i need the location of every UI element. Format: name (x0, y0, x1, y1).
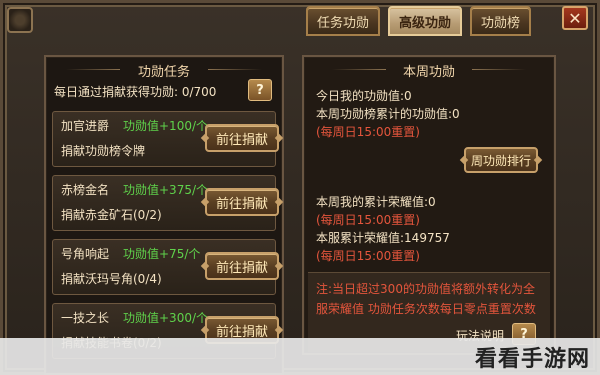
button-label: 前往捐献 (215, 324, 268, 340)
task-name: 号角响起 (61, 247, 110, 261)
tab-merit-tasks[interactable]: 任务功勋 (306, 6, 381, 36)
go-donate-button[interactable]: 前往捐献 (205, 252, 279, 280)
tab-advanced-merit[interactable]: 高级功勋 (388, 6, 463, 36)
tab-label: 高级功勋 (399, 15, 452, 31)
notice-text: 注:当日超过300的功勋值将额外转化为全服荣耀值 功勋任务次数每日零点重置次数 (316, 282, 536, 316)
weekly-merit-panel: 本周功勋 今日我的功勋值:0 本周功勋榜累计的功勋值:0 (每周日15:00重置… (302, 55, 556, 355)
watermark-logo: 看看手游网 (474, 346, 590, 372)
tab-label: 任务功勋 (317, 15, 370, 31)
reset-note: (每周日15:00重置) (316, 213, 420, 227)
server-honor: 本服累计荣耀值:149757 (316, 231, 450, 245)
task-merit: 功勋值+75/个 (123, 247, 201, 261)
weekly-rank-button[interactable]: 周功勋排行 (464, 147, 538, 173)
panel-title: 本周功勋 (304, 61, 554, 80)
task-merit: 功勋值+375/个 (123, 183, 209, 197)
task-desc: 捐献赤金矿石(0/2) (61, 208, 162, 222)
tab-label: 功勋榜 (481, 15, 521, 31)
task-name: 一技之长 (61, 311, 110, 325)
task-desc: 捐献沃玛号角(0/4) (61, 272, 162, 286)
task-item: 赤榜金名 功勋值+375/个 捐献赤金矿石(0/2) 前往捐献 (52, 175, 279, 231)
corner-ornament (7, 7, 33, 33)
button-label: 前往捐献 (215, 196, 268, 212)
weekly-rank-merit: 本周功勋榜累计的功勋值:0 (316, 107, 460, 121)
task-item: 加官进爵 功勋值+100/个 捐献功勋榜令牌 前往捐献 (52, 111, 279, 167)
task-merit: 功勋值+100/个 (123, 119, 209, 133)
panel-title: 功勋任务 (46, 61, 282, 80)
reset-note: (每周日15:00重置) (316, 249, 420, 263)
task-name: 赤榜金名 (61, 183, 110, 197)
task-desc: 捐献功勋榜令牌 (61, 144, 146, 158)
daily-help-button[interactable]: ? (248, 79, 272, 101)
close-icon: ✕ (568, 8, 582, 28)
go-donate-button[interactable]: 前往捐献 (205, 188, 279, 216)
button-label: 前往捐献 (215, 260, 268, 276)
reset-note: (每周日15:00重置) (316, 125, 420, 139)
button-label: 前往捐献 (215, 132, 268, 148)
my-weekly-honor: 本周我的累计荣耀值:0 (316, 195, 436, 209)
task-item: 号角响起 功勋值+75/个 捐献沃玛号角(0/4) 前往捐献 (52, 239, 279, 295)
daily-donation-progress: 每日通过捐献获得功勋: 0/700 (54, 85, 217, 99)
question-icon: ? (256, 82, 264, 98)
merit-task-panel: 功勋任务 每日通过捐献获得功勋: 0/700 ? 加官进爵 功勋值+100/个 … (44, 55, 284, 375)
today-merit: 今日我的功勋值:0 (316, 89, 412, 103)
button-label: 周功勋排行 (470, 153, 531, 168)
go-donate-button[interactable]: 前往捐献 (205, 124, 279, 152)
tab-bar: 任务功勋 高级功勋 功勋榜 (306, 6, 532, 36)
close-button[interactable]: ✕ (562, 6, 588, 30)
task-merit: 功勋值+300/个 (123, 311, 209, 325)
tab-merit-ranking[interactable]: 功勋榜 (470, 6, 532, 36)
task-name: 加官进爵 (61, 119, 110, 133)
